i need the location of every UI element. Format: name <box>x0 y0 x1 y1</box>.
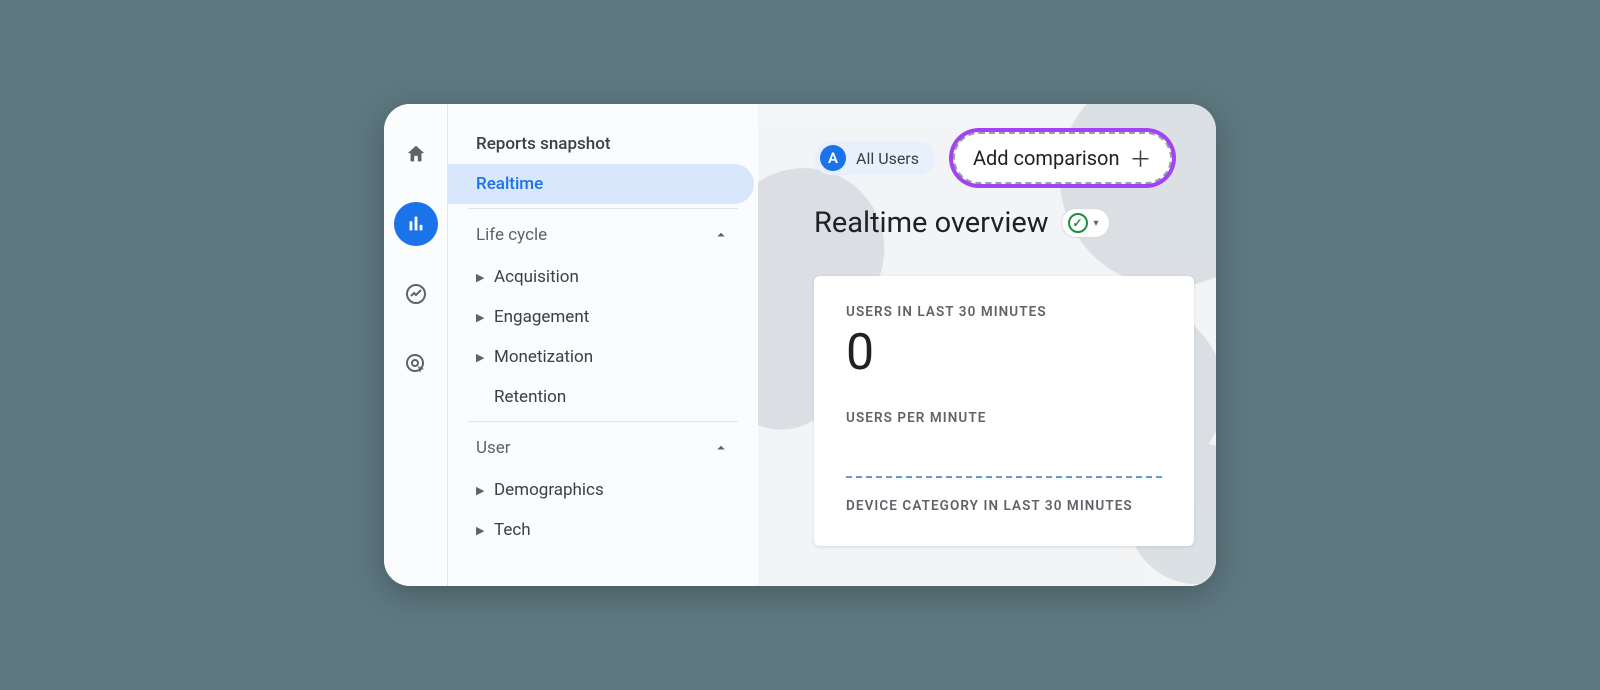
users-per-minute-sparkline <box>846 434 1162 478</box>
nav-engagement[interactable]: ▶ Engagement <box>448 297 758 337</box>
home-icon <box>405 143 427 165</box>
rail-advertising-button[interactable] <box>394 342 438 386</box>
plus-icon: ＋ <box>1130 142 1152 174</box>
nav-label: Tech <box>494 520 531 540</box>
add-comparison-button[interactable]: Add comparison ＋ <box>953 132 1172 184</box>
section-label: Life cycle <box>476 225 547 245</box>
nav-demographics[interactable]: ▶ Demographics <box>448 470 758 510</box>
page-title-row: Realtime overview ✓ ▾ <box>814 206 1208 240</box>
nav-realtime[interactable]: Realtime <box>448 164 754 204</box>
nav-reports-snapshot[interactable]: Reports snapshot <box>448 124 758 164</box>
realtime-users-card: USERS IN LAST 30 MINUTES 0 USERS PER MIN… <box>814 276 1194 546</box>
nav-label: Retention <box>494 387 566 407</box>
caret-right-icon: ▶ <box>476 271 494 284</box>
status-dropdown[interactable]: ✓ ▾ <box>1061 208 1110 238</box>
nav-acquisition[interactable]: ▶ Acquisition <box>448 257 758 297</box>
trend-circle-icon <box>404 282 428 306</box>
nav-tech[interactable]: ▶ Tech <box>448 510 758 550</box>
users-per-minute-label: USERS PER MINUTE <box>846 410 1162 426</box>
nav-label: Demographics <box>494 480 604 500</box>
caret-right-icon: ▶ <box>476 311 494 324</box>
rail-explore-button[interactable] <box>394 272 438 316</box>
section-life-cycle[interactable]: Life cycle <box>448 209 758 257</box>
section-user[interactable]: User <box>448 422 758 470</box>
caret-right-icon: ▶ <box>476 351 494 364</box>
caret-right-icon: ▶ <box>476 524 494 537</box>
users-last-30-label: USERS IN LAST 30 MINUTES <box>846 304 1162 320</box>
comparison-bar: A All Users Add comparison ＋ <box>814 132 1208 184</box>
device-category-label: DEVICE CATEGORY IN LAST 30 MINUTES <box>846 498 1162 514</box>
caret-right-icon: ▶ <box>476 484 494 497</box>
target-click-icon <box>404 352 428 376</box>
bar-chart-icon <box>405 213 427 235</box>
app-window: Reports snapshot Realtime Life cycle ▶ A… <box>384 104 1216 586</box>
section-label: User <box>476 438 511 458</box>
nav-retention[interactable]: Retention <box>448 377 758 417</box>
chevron-up-icon <box>712 226 730 244</box>
nav-label: Engagement <box>494 307 589 327</box>
chip-label: All Users <box>856 149 919 168</box>
segment-chip-all-users[interactable]: A All Users <box>814 141 935 175</box>
icon-rail <box>384 104 448 586</box>
nav-label: Monetization <box>494 347 593 367</box>
reports-sidebar: Reports snapshot Realtime Life cycle ▶ A… <box>448 104 758 586</box>
rail-home-button[interactable] <box>394 132 438 176</box>
users-last-30-value: 0 <box>846 324 1162 382</box>
nav-monetization[interactable]: ▶ Monetization <box>448 337 758 377</box>
main-content: A All Users Add comparison ＋ Realtime ov… <box>758 104 1216 586</box>
page-title: Realtime overview <box>814 206 1049 240</box>
rail-reports-button[interactable] <box>394 202 438 246</box>
chevron-up-icon <box>712 439 730 457</box>
caret-down-icon: ▾ <box>1094 218 1099 229</box>
nav-label: Acquisition <box>494 267 579 287</box>
check-circle-icon: ✓ <box>1068 213 1088 233</box>
add-comparison-label: Add comparison <box>973 146 1120 170</box>
chip-badge: A <box>820 145 846 171</box>
